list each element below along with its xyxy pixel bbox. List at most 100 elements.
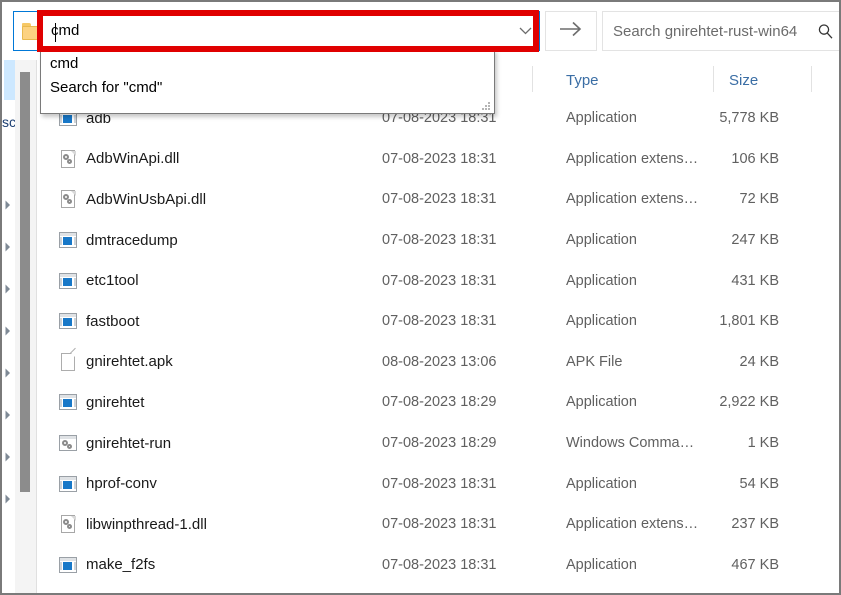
file-size: 1 KB [747, 435, 779, 452]
file-name-cell[interactable]: gnirehtet-run [59, 434, 171, 452]
file-size: 2,922 KB [719, 394, 779, 411]
table-row[interactable]: make_f2fs 07-08-2023 18:31 Application 467 … [37, 545, 839, 586]
table-row[interactable]: gnirehtet-run 07-08-2023 18:29 Windows Com… [37, 423, 839, 464]
file-name-label: AdbWinApi.dll [86, 150, 180, 168]
file-date-modified: 07-08-2023 18:31 [382, 232, 497, 249]
folder-icon [22, 22, 42, 40]
column-divider-4[interactable] [811, 66, 812, 92]
file-name-label: make_f2fs [86, 556, 156, 574]
dll-icon [59, 149, 77, 168]
nav-expander-chevron-right-icon-4[interactable] [2, 325, 14, 337]
table-row[interactable]: etc1tool 07-08-2023 18:31 Application 431 K… [37, 260, 839, 301]
file-date-modified: 07-08-2023 18:31 [382, 313, 497, 330]
application-icon [59, 272, 77, 290]
scrollbar-thumb[interactable] [20, 72, 30, 492]
file-name-label: fastboot [86, 312, 140, 330]
command-script-icon [59, 434, 77, 452]
file-type: Application [566, 313, 637, 330]
nav-expander-chevron-right-icon-8[interactable] [2, 493, 14, 505]
arrow-right-icon [558, 20, 584, 43]
file-date-modified: 07-08-2023 18:29 [382, 435, 497, 452]
search-icon[interactable] [809, 12, 839, 50]
file-date-modified: 07-08-2023 18:31 [382, 475, 497, 492]
file-date-modified: 07-08-2023 18:29 [382, 394, 497, 411]
nav-expander-chevron-right-icon-2[interactable] [2, 241, 14, 253]
nav-expander-chevron-right-icon-7[interactable] [2, 451, 14, 463]
file-name-cell[interactable]: gnirehtet [59, 393, 144, 411]
file-type: Application [566, 475, 637, 492]
dll-icon [59, 190, 77, 209]
chevron-down-icon[interactable] [511, 12, 539, 50]
file-name-cell[interactable]: hprof-conv [59, 475, 157, 493]
file-type: Application [566, 394, 637, 411]
file-name-cell[interactable]: gnirehtet.apk [59, 347, 173, 371]
file-type: Application [566, 272, 637, 289]
suggestion-item-0[interactable]: cmd [41, 52, 494, 76]
table-row[interactable]: gnirehtet 07-08-2023 18:29 Application 2,92… [37, 382, 839, 423]
file-name-label: etc1tool [86, 272, 139, 290]
address-bar[interactable] [13, 11, 540, 51]
table-row[interactable]: gnirehtet.apk 08-08-2023 13:06 APK File 24 … [37, 342, 839, 383]
table-row[interactable]: AdbWinUsbApi.dll 07-08-2023 18:31 Applicat… [37, 179, 839, 220]
nav-expander-chevron-right-icon-1[interactable] [2, 199, 14, 211]
nav-expander-chevron-right-icon-5[interactable] [2, 367, 14, 379]
nav-expander-chevron-right-icon-3[interactable] [2, 283, 14, 295]
file-name-cell[interactable]: make_f2fs [59, 556, 155, 574]
nav-expander-chevron-right-icon-6[interactable] [2, 409, 14, 421]
column-divider-3[interactable] [713, 66, 714, 92]
file-size: 54 KB [739, 475, 780, 492]
file-date-modified: 07-08-2023 18:31 [382, 191, 497, 208]
application-icon [59, 312, 77, 330]
go-button[interactable] [545, 11, 597, 51]
table-row[interactable]: libwinpthread-1.dll 07-08-2023 18:31 Appli… [37, 504, 839, 545]
column-header-size[interactable]: Size [729, 72, 758, 89]
column-header-type[interactable]: Type [566, 72, 599, 89]
file-date-modified: 07-08-2023 18:31 [382, 272, 497, 289]
file-date-modified: 07-08-2023 18:31 [382, 150, 497, 167]
file-size: 431 KB [731, 272, 779, 289]
file-name-label: hprof-conv [86, 475, 157, 493]
file-type: Application [566, 556, 637, 573]
page-icon [59, 347, 81, 371]
dll-icon [59, 515, 77, 534]
file-rows-container: adb 07-08-2023 18:31 Application 5,778 KB Ad… [37, 98, 839, 593]
file-name-label: libwinpthread-1.dll [86, 515, 207, 533]
file-name-cell[interactable]: dmtracedump [59, 231, 178, 249]
table-row[interactable]: hprof-conv 07-08-2023 18:31 Application 54 … [37, 463, 839, 504]
file-name-cell[interactable]: libwinpthread-1.dll [59, 515, 207, 534]
resize-grip-icon[interactable] [480, 100, 490, 110]
file-size: 237 KB [731, 516, 779, 533]
application-icon [59, 393, 77, 411]
file-name-cell[interactable]: fastboot [59, 312, 139, 330]
address-suggestion-dropdown: cmd Search for "cmd" [40, 49, 495, 114]
text-caret [55, 23, 56, 42]
file-size: 5,778 KB [719, 110, 779, 127]
nav-item-label-fragment: sc [2, 114, 16, 130]
file-name-cell[interactable]: etc1tool [59, 272, 139, 290]
file-date-modified: 07-08-2023 18:31 [382, 556, 497, 573]
column-divider-2[interactable] [532, 66, 533, 92]
file-name-cell[interactable]: AdbWinUsbApi.dll [59, 190, 206, 209]
file-type: APK File [566, 353, 623, 370]
search-box[interactable]: Search gnirehtet-rust-win64 [602, 11, 839, 51]
table-row[interactable]: fastboot 07-08-2023 18:31 Application 1,801… [37, 301, 839, 342]
file-name-label: gnirehtet-run [86, 434, 172, 452]
file-list-pane: Type Size adb 07-08-2023 18:31 Application… [36, 60, 839, 593]
application-icon [59, 475, 77, 493]
address-input[interactable] [51, 19, 511, 43]
file-name-cell[interactable]: AdbWinApi.dll [59, 149, 180, 168]
file-size: 72 KB [739, 191, 780, 208]
file-type: Application [566, 232, 637, 249]
application-icon [59, 231, 77, 249]
file-name-label: gnirehtet [86, 393, 145, 411]
suggestion-item-1[interactable]: Search for "cmd" [41, 76, 494, 100]
file-size: 247 KB [731, 232, 779, 249]
navigation-pane-scrollbar[interactable] [15, 60, 36, 593]
table-row[interactable]: dmtracedump 07-08-2023 18:31 Application 24… [37, 220, 839, 261]
file-type: Application [566, 110, 637, 127]
file-size: 1,801 KB [719, 313, 779, 330]
search-input-placeholder[interactable]: Search gnirehtet-rust-win64 [613, 23, 809, 40]
file-date-modified: 07-08-2023 18:31 [382, 516, 497, 533]
application-icon [59, 556, 77, 574]
table-row[interactable]: AdbWinApi.dll 07-08-2023 18:31 Application… [37, 139, 839, 180]
